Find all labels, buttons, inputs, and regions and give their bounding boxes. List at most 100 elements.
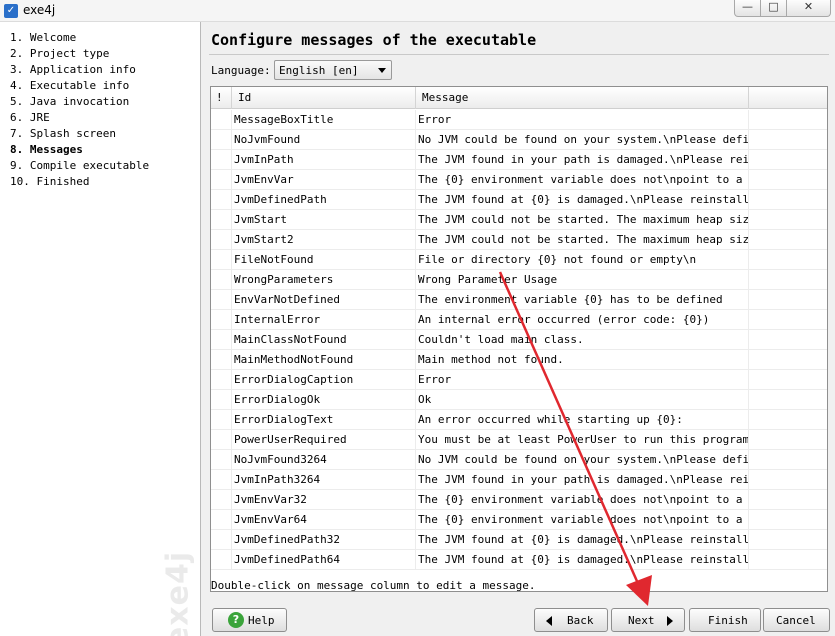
row-id-cell[interactable]: JvmStart2: [232, 230, 416, 250]
table-row[interactable]: ErrorDialogText An error occurred while s…: [211, 410, 827, 430]
table-row[interactable]: JvmInPath The JVM found in your path is d…: [211, 150, 827, 170]
row-id-cell[interactable]: NoJvmFound3264: [232, 450, 416, 470]
row-message-cell[interactable]: The JVM found at {0} is damaged.\nPlease…: [416, 530, 749, 550]
row-id-cell[interactable]: PowerUserRequired: [232, 430, 416, 450]
row-message-cell[interactable]: The {0} environment variable does not\np…: [416, 170, 749, 190]
row-message-cell[interactable]: The JVM found in your path is damaged.\n…: [416, 470, 749, 490]
next-button[interactable]: Next: [611, 608, 685, 632]
row-message-cell[interactable]: You must be at least PowerUser to run th…: [416, 430, 749, 450]
table-row[interactable]: NoJvmFound3264 No JVM could be found on y…: [211, 450, 827, 470]
row-message-cell[interactable]: The JVM could not be started. The maximu…: [416, 210, 749, 230]
row-message-cell[interactable]: Couldn't load main class.: [416, 330, 749, 350]
step-welcome[interactable]: 1. Welcome: [10, 31, 76, 45]
row-message-cell[interactable]: An error occurred while starting up {0}:: [416, 410, 749, 430]
row-id-cell[interactable]: MainClassNotFound: [232, 330, 416, 350]
row-id-cell[interactable]: ErrorDialogOk: [232, 390, 416, 410]
row-id-cell[interactable]: JvmEnvVar: [232, 170, 416, 190]
language-select[interactable]: English [en]: [274, 60, 392, 80]
row-id-cell[interactable]: MessageBoxTitle: [232, 110, 416, 130]
table-row[interactable]: MainMethodNotFound Main method not found.: [211, 350, 827, 370]
table-row[interactable]: ErrorDialogCaption Error: [211, 370, 827, 390]
table-row[interactable]: MessageBoxTitle Error: [211, 110, 827, 130]
column-header-message[interactable]: Message: [416, 87, 749, 109]
table-row[interactable]: InternalError An internal error occurred …: [211, 310, 827, 330]
table-body: MessageBoxTitle Error NoJvmFound No JVM cou…: [211, 110, 827, 591]
maximize-button[interactable]: □: [760, 0, 787, 17]
step-finished[interactable]: 10. Finished: [10, 175, 89, 189]
step-compile-executable[interactable]: 9. Compile executable: [10, 159, 149, 173]
row-message-cell[interactable]: File or directory {0} not found or empty…: [416, 250, 749, 270]
table-row[interactable]: FileNotFound File or directory {0} not fo…: [211, 250, 827, 270]
table-row[interactable]: EnvVarNotDefined The environment variable…: [211, 290, 827, 310]
table-row[interactable]: ErrorDialogOk Ok: [211, 390, 827, 410]
row-message-cell[interactable]: The JVM found in your path is damaged.\n…: [416, 150, 749, 170]
row-flag-cell: [211, 230, 232, 250]
table-row[interactable]: JvmInPath3264 The JVM found in your path …: [211, 470, 827, 490]
row-message-cell[interactable]: The environment variable {0} has to be d…: [416, 290, 749, 310]
cancel-button[interactable]: Cancel: [763, 608, 830, 632]
messages-table[interactable]: ! Id Message MessageBoxTitle Error NoJvmFo…: [210, 86, 828, 592]
table-row[interactable]: JvmStart2 The JVM could not be started. T…: [211, 230, 827, 250]
table-row[interactable]: WrongParameters Wrong Parameter Usage: [211, 270, 827, 290]
chevron-down-icon: [378, 68, 386, 73]
minimize-button[interactable]: —: [734, 0, 761, 17]
row-message-cell[interactable]: The JVM could not be started. The maximu…: [416, 230, 749, 250]
table-row[interactable]: JvmDefinedPath64 The JVM found at {0} is …: [211, 550, 827, 570]
row-flag-cell: [211, 370, 232, 390]
back-button-label: Back: [567, 614, 594, 627]
row-message-cell[interactable]: Ok: [416, 390, 749, 410]
table-row[interactable]: PowerUserRequired You must be at least Po…: [211, 430, 827, 450]
row-message-cell[interactable]: An internal error occurred (error code: …: [416, 310, 749, 330]
row-id-cell[interactable]: JvmDefinedPath: [232, 190, 416, 210]
row-message-cell[interactable]: The JVM found at {0} is damaged.\nPlease…: [416, 550, 749, 570]
step-java-invocation[interactable]: 5. Java invocation: [10, 95, 129, 109]
table-row[interactable]: JvmDefinedPath32 The JVM found at {0} is …: [211, 530, 827, 550]
row-message-cell[interactable]: The {0} environment variable does not\np…: [416, 490, 749, 510]
table-row[interactable]: JvmEnvVar The {0} environment variable do…: [211, 170, 827, 190]
row-id-cell[interactable]: JvmInPath: [232, 150, 416, 170]
table-row[interactable]: JvmDefinedPath The JVM found at {0} is da…: [211, 190, 827, 210]
step-application-info[interactable]: 3. Application info: [10, 63, 136, 77]
row-message-cell[interactable]: Wrong Parameter Usage: [416, 270, 749, 290]
step-jre[interactable]: 6. JRE: [10, 111, 50, 125]
row-flag-cell: [211, 210, 232, 230]
help-icon: ?: [228, 612, 244, 628]
row-message-cell[interactable]: The {0} environment variable does not\np…: [416, 510, 749, 530]
table-row[interactable]: MainClassNotFound Couldn't load main clas…: [211, 330, 827, 350]
row-message-cell[interactable]: No JVM could be found on your system.\nP…: [416, 450, 749, 470]
close-button[interactable]: ✕: [786, 0, 831, 17]
help-button[interactable]: ? Help: [212, 608, 287, 632]
row-id-cell[interactable]: MainMethodNotFound: [232, 350, 416, 370]
step-project-type[interactable]: 2. Project type: [10, 47, 109, 61]
table-row[interactable]: NoJvmFound No JVM could be found on your …: [211, 130, 827, 150]
back-button[interactable]: Back: [534, 608, 608, 632]
finish-button[interactable]: Finish: [689, 608, 761, 632]
step-executable-info[interactable]: 4. Executable info: [10, 79, 129, 93]
row-id-cell[interactable]: WrongParameters: [232, 270, 416, 290]
row-message-cell[interactable]: No JVM could be found on your system.\nP…: [416, 130, 749, 150]
row-message-cell[interactable]: The JVM found at {0} is damaged.\nPlease…: [416, 190, 749, 210]
row-id-cell[interactable]: FileNotFound: [232, 250, 416, 270]
row-id-cell[interactable]: ErrorDialogCaption: [232, 370, 416, 390]
step-messages[interactable]: 8. Messages: [10, 143, 83, 157]
row-id-cell[interactable]: JvmStart: [232, 210, 416, 230]
row-message-cell[interactable]: Main method not found.: [416, 350, 749, 370]
row-id-cell[interactable]: JvmDefinedPath32: [232, 530, 416, 550]
table-row[interactable]: JvmEnvVar32 The {0} environment variable …: [211, 490, 827, 510]
row-id-cell[interactable]: InternalError: [232, 310, 416, 330]
column-header-id[interactable]: Id: [232, 87, 416, 109]
title-bar: ✓ exe4j — □ ✕: [0, 0, 835, 22]
row-id-cell[interactable]: JvmDefinedPath64: [232, 550, 416, 570]
table-row[interactable]: JvmEnvVar64 The {0} environment variable …: [211, 510, 827, 530]
column-header-flag[interactable]: !: [211, 87, 232, 109]
row-id-cell[interactable]: NoJvmFound: [232, 130, 416, 150]
row-id-cell[interactable]: EnvVarNotDefined: [232, 290, 416, 310]
row-id-cell[interactable]: JvmInPath3264: [232, 470, 416, 490]
table-row[interactable]: JvmStart The JVM could not be started. Th…: [211, 210, 827, 230]
step-splash-screen[interactable]: 7. Splash screen: [10, 127, 116, 141]
row-message-cell[interactable]: Error: [416, 370, 749, 390]
row-id-cell[interactable]: JvmEnvVar32: [232, 490, 416, 510]
row-id-cell[interactable]: JvmEnvVar64: [232, 510, 416, 530]
row-id-cell[interactable]: ErrorDialogText: [232, 410, 416, 430]
row-message-cell[interactable]: Error: [416, 110, 749, 130]
